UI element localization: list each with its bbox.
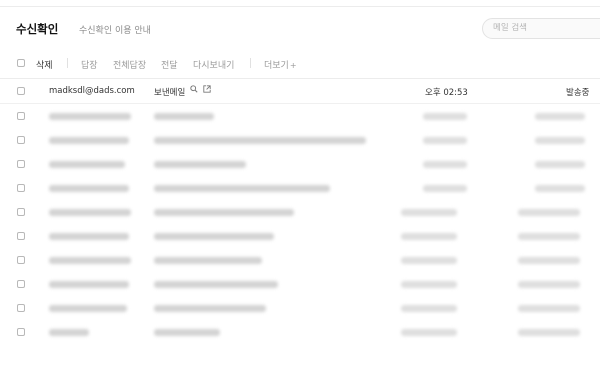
redacted-sender [49,305,127,312]
row-checkbox[interactable] [17,136,25,144]
resend-button[interactable]: 다시보내기 [193,58,234,71]
redacted-sender [49,257,131,264]
toolbar-divider [67,58,68,68]
redacted-status [535,137,585,144]
redacted-subject [154,161,246,168]
forward-button[interactable]: 전달 [161,58,178,71]
mail-row[interactable] [0,128,600,152]
redacted-subject [154,257,262,264]
more-label: 더보기 [264,61,289,71]
row-checkbox[interactable] [17,232,25,240]
search-icon[interactable] [190,85,198,93]
redacted-sender [49,185,129,192]
redacted-sender [49,233,129,240]
redacted-status [518,329,580,336]
page-title: 수신확인 [16,22,59,36]
redacted-subject [154,185,330,192]
mail-row[interactable] [0,224,600,248]
redacted-sender [49,137,129,144]
toolbar-divider [250,58,251,68]
row-checkbox[interactable] [17,112,25,120]
select-all-checkbox[interactable] [17,59,25,67]
mail-toolbar: 삭제 답장 전체답장 전달 다시보내기 더보기+ [0,48,600,79]
redacted-status [518,233,580,240]
redacted-time [401,281,457,288]
redacted-status [518,305,580,312]
row-checkbox[interactable] [17,87,25,95]
reply-button[interactable]: 답장 [81,58,98,71]
redacted-status [535,161,585,168]
mail-row-icons [190,85,211,95]
mail-row[interactable] [0,200,600,224]
redacted-time [401,209,457,216]
mail-row[interactable] [0,272,600,296]
redacted-subject [154,209,294,216]
search-input[interactable] [493,23,593,33]
redacted-subject [154,233,274,240]
mail-row[interactable] [0,296,600,320]
redacted-time [401,305,457,312]
mail-row[interactable] [0,320,600,344]
redacted-status [518,209,580,216]
mail-row[interactable] [0,248,600,272]
redacted-subject [154,137,366,144]
mail-row[interactable] [0,176,600,200]
redacted-status [518,257,580,264]
redacted-time [423,137,467,144]
more-button[interactable]: 더보기+ [264,58,297,71]
mail-row[interactable] [0,152,600,176]
redacted-time [401,329,457,336]
redacted-subject [154,113,214,120]
row-checkbox[interactable] [17,304,25,312]
read-receipt-guide-link[interactable]: 수신확인 이용 안내 [79,23,151,36]
redacted-time [423,185,467,192]
redacted-time [423,161,467,168]
redacted-status [518,281,580,288]
redacted-subject [154,281,278,288]
search-box[interactable] [482,18,600,39]
row-checkbox[interactable] [17,208,25,216]
row-checkbox[interactable] [17,160,25,168]
redacted-time [401,233,457,240]
row-checkbox[interactable] [17,328,25,336]
redacted-sender [49,281,129,288]
row-checkbox[interactable] [17,184,25,192]
mail-row[interactable] [0,104,600,128]
redacted-time [401,257,457,264]
plus-icon: + [289,61,297,70]
delete-button[interactable]: 삭제 [36,58,53,71]
redacted-sender [49,209,131,216]
redacted-time [423,113,467,120]
mail-status: 발송중 [566,88,590,98]
external-link-icon[interactable] [202,85,211,93]
row-checkbox[interactable] [17,280,25,288]
reply-all-button[interactable]: 전체답장 [113,58,146,71]
redacted-status [535,185,585,192]
redacted-sender [49,329,89,336]
page-header: 수신확인 수신확인 이용 안내 [0,6,600,48]
mail-time: 오후 02:53 [425,88,468,98]
mail-row[interactable]: madksdl@dads.com 보낸메일 오후 02:53 발송중 [0,79,600,104]
row-checkbox[interactable] [17,256,25,264]
redacted-sender [49,113,131,120]
redacted-sender [49,161,125,168]
redacted-subject [154,329,220,336]
mail-sender: madksdl@dads.com [49,86,135,96]
mail-subject[interactable]: 보낸메일 [154,86,185,98]
redacted-status [535,113,585,120]
redacted-subject [154,305,266,312]
